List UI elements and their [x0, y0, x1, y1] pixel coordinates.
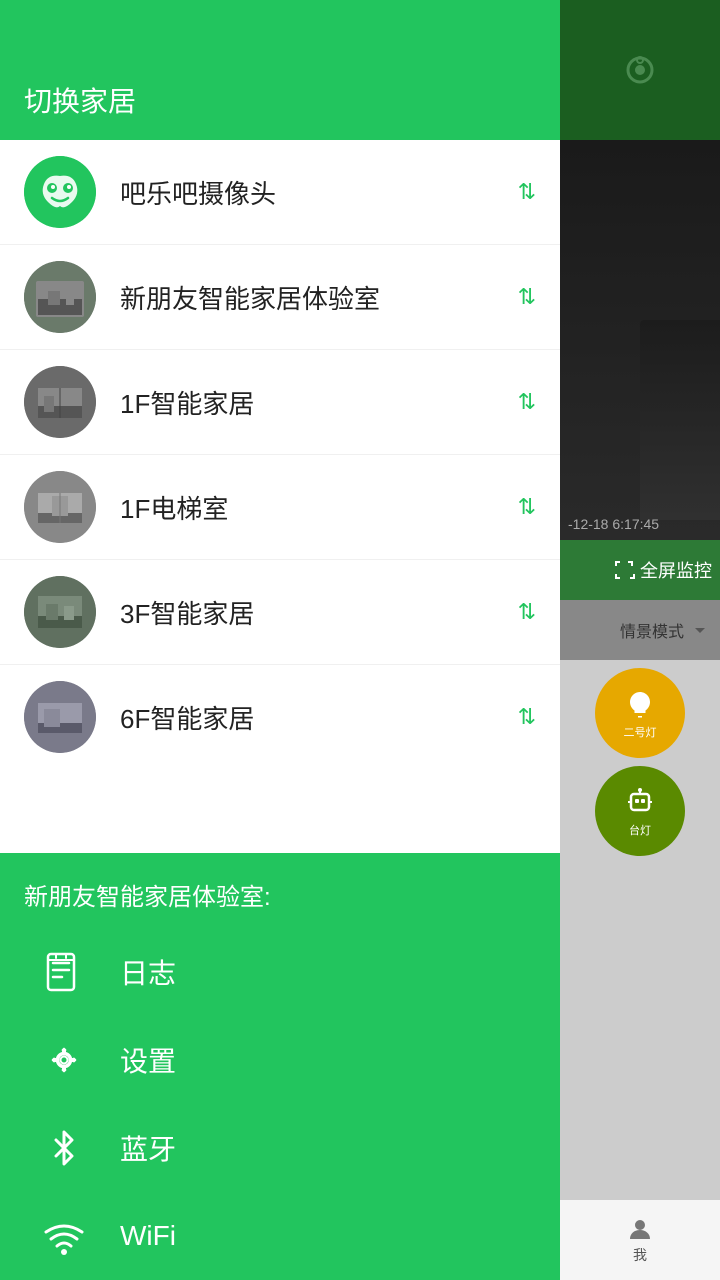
- room-photo-icon: [24, 471, 96, 543]
- avatar: [24, 261, 96, 333]
- bottom-title: 新朋友智能家居体验室:: [0, 869, 560, 928]
- log-icon: [40, 948, 88, 996]
- home-name: 1F电梯室: [120, 489, 506, 526]
- drawer-title: 切换家居: [24, 80, 136, 120]
- menu-label-settings: 设置: [120, 1040, 176, 1080]
- room-photo-icon: [24, 261, 96, 333]
- avatar: [24, 576, 96, 648]
- sort-icon[interactable]: ⇅: [518, 599, 536, 625]
- bottom-nav-right[interactable]: 我: [560, 1200, 720, 1280]
- fullscreen-label: 全屏监控: [640, 557, 712, 583]
- scene-mode-button[interactable]: 情景模式: [560, 600, 720, 660]
- scene-label: 情景模式: [620, 618, 684, 642]
- camera-icon: [616, 46, 664, 94]
- bulb-icon: [622, 686, 658, 722]
- fullscreen-icon: [612, 558, 636, 582]
- sort-icon[interactable]: ⇅: [518, 179, 536, 205]
- drawer-panel: 切换家居 吧乐吧摄像头 ⇅: [0, 0, 560, 1280]
- avatar: [24, 156, 96, 228]
- home-name: 吧乐吧摄像头: [120, 174, 506, 211]
- room-photo-icon: [24, 366, 96, 438]
- app-logo-icon: [24, 156, 96, 228]
- home-name: 6F智能家居: [120, 699, 506, 736]
- device-icons: 二号灯 台灯: [560, 660, 720, 1200]
- home-name: 3F智能家居: [120, 594, 506, 631]
- avatar: [24, 366, 96, 438]
- fullscreen-button[interactable]: 全屏监控: [560, 540, 720, 600]
- menu-item-log[interactable]: 日志: [0, 928, 560, 1016]
- list-item[interactable]: 1F智能家居 ⇅: [0, 350, 560, 455]
- wifi-icon: [40, 1212, 88, 1260]
- bluetooth-icon: [40, 1124, 88, 1172]
- homes-list: 吧乐吧摄像头 ⇅ 新朋友智能家居体验室 ⇅: [0, 140, 560, 853]
- light-circle-1[interactable]: 二号灯: [595, 668, 685, 758]
- sort-icon[interactable]: ⇅: [518, 389, 536, 415]
- nav-label-me: 我: [633, 1245, 647, 1265]
- bottom-menu: 新朋友智能家居体验室: 日志: [0, 853, 560, 1280]
- room-photo-icon: [24, 681, 96, 753]
- sort-icon[interactable]: ⇅: [518, 284, 536, 310]
- settings-icon: [40, 1036, 88, 1084]
- menu-item-bluetooth[interactable]: 蓝牙: [0, 1104, 560, 1192]
- list-item[interactable]: 3F智能家居 ⇅: [0, 560, 560, 665]
- list-item[interactable]: 吧乐吧摄像头 ⇅: [0, 140, 560, 245]
- robot-icon: [622, 784, 658, 820]
- drawer-header: 切换家居: [0, 0, 560, 140]
- avatar: [24, 681, 96, 753]
- right-panel: -12-18 6:17:45 全屏监控 情景模式 二号灯: [560, 0, 720, 1280]
- list-item[interactable]: 1F电梯室 ⇅: [0, 455, 560, 560]
- menu-label-log: 日志: [120, 952, 176, 992]
- menu-item-settings[interactable]: 设置: [0, 1016, 560, 1104]
- menu-item-wifi[interactable]: WiFi: [0, 1192, 560, 1280]
- list-item[interactable]: 6F智能家居 ⇅: [0, 665, 560, 769]
- camera-feed: -12-18 6:17:45: [560, 140, 720, 540]
- home-name: 1F智能家居: [120, 384, 506, 421]
- home-name: 新朋友智能家居体验室: [120, 279, 506, 316]
- room-photo-icon: [24, 576, 96, 648]
- list-item[interactable]: 新朋友智能家居体验室 ⇅: [0, 245, 560, 350]
- right-top-header: [560, 0, 720, 140]
- device-circle-2[interactable]: 台灯: [595, 766, 685, 856]
- avatar: [24, 471, 96, 543]
- menu-label-wifi: WiFi: [120, 1220, 176, 1252]
- chevron-down-icon: [688, 618, 712, 642]
- menu-label-bluetooth: 蓝牙: [120, 1128, 176, 1168]
- camera-timestamp: -12-18 6:17:45: [568, 516, 659, 532]
- sort-icon[interactable]: ⇅: [518, 704, 536, 730]
- sort-icon[interactable]: ⇅: [518, 494, 536, 520]
- user-icon: [626, 1215, 654, 1243]
